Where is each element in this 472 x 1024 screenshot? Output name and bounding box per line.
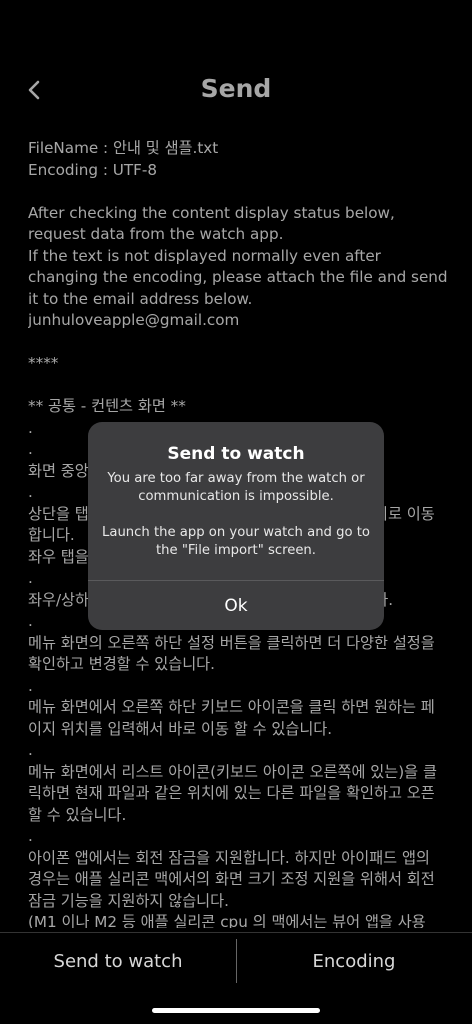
alert-message-line: Launch the app on your watch and go to t…: [102, 525, 370, 558]
ok-button[interactable]: Ok: [88, 581, 384, 630]
bottom-toolbar: Send to watch Encoding: [0, 932, 472, 993]
send-to-watch-alert: Send to watch You are too far away from …: [88, 422, 384, 630]
encoding-button[interactable]: Encoding: [236, 933, 472, 989]
alert-title: Send to watch: [167, 444, 305, 464]
alert-message: You are too far away from the watch or c…: [102, 470, 370, 560]
alert-message-line: You are too far away from the watch or c…: [107, 471, 365, 504]
alert-message-spacer: [102, 506, 370, 524]
send-to-watch-button[interactable]: Send to watch: [0, 933, 236, 989]
home-indicator[interactable]: [152, 1008, 320, 1013]
